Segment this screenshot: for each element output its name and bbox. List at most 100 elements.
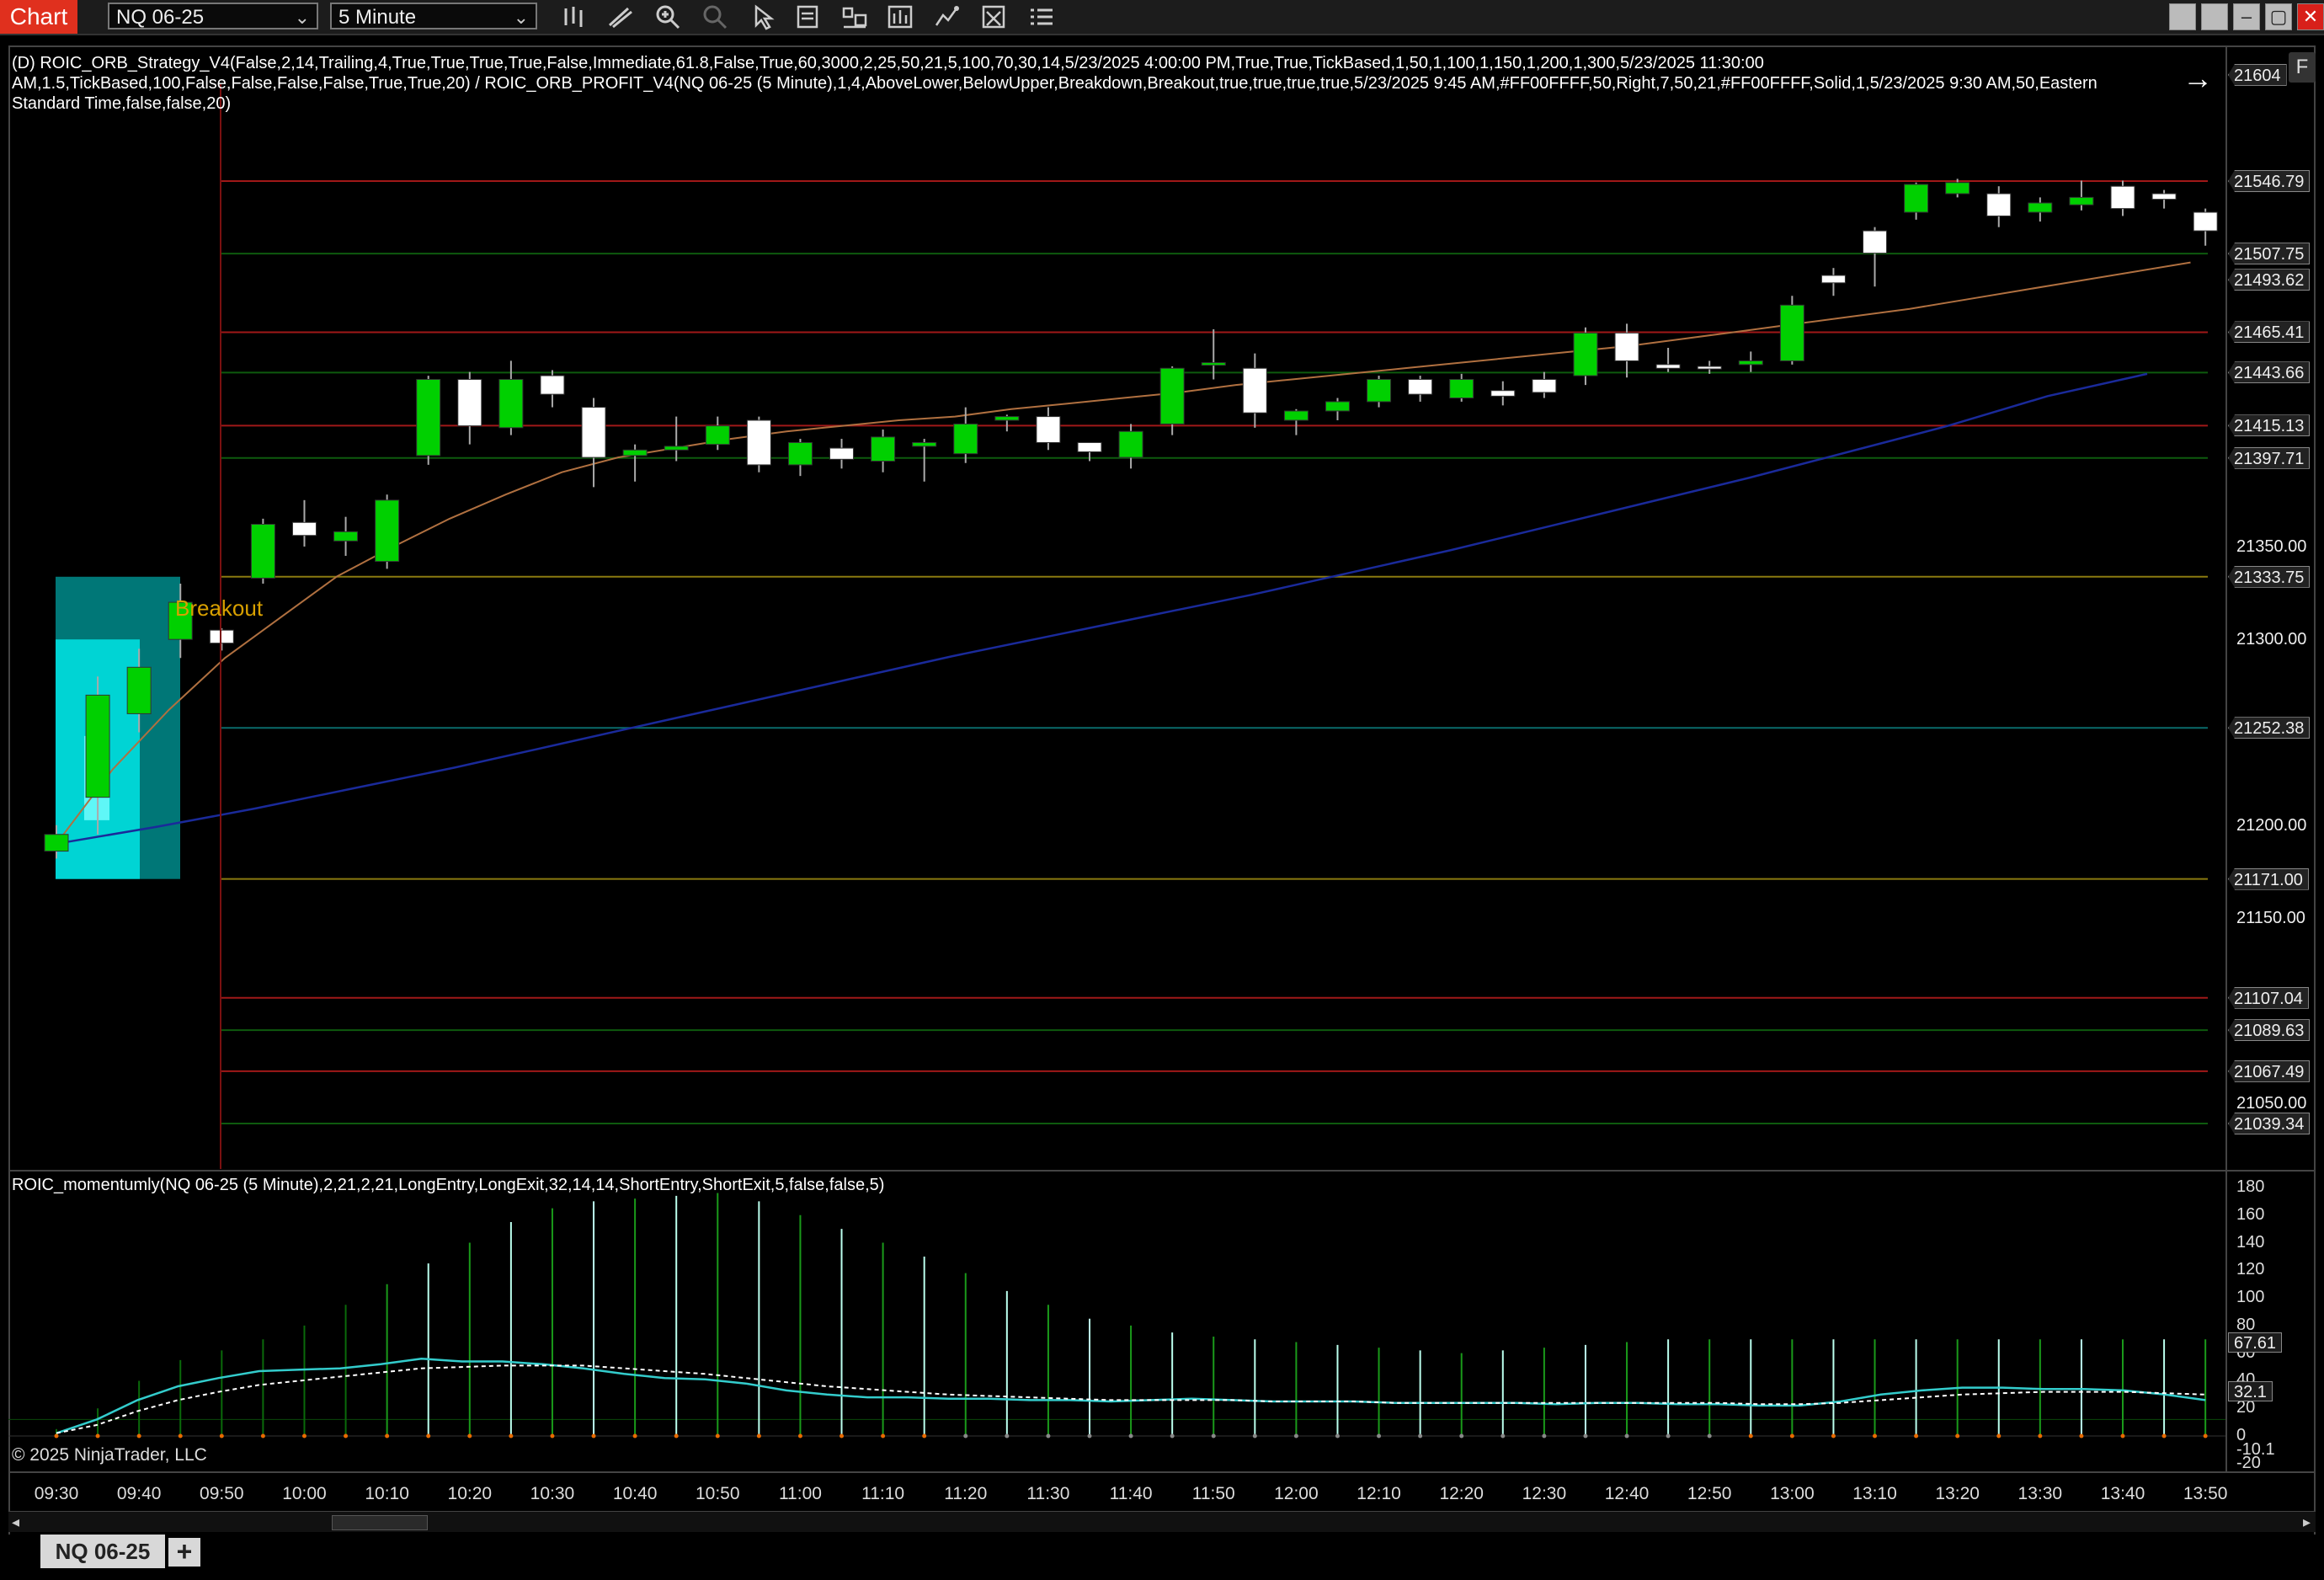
f-badge[interactable]: F: [2289, 52, 2316, 83]
time-label: 10:20: [447, 1484, 493, 1503]
momentum-dot: [509, 1433, 514, 1439]
price-tag: 21465.41: [2228, 321, 2311, 344]
momentum-dot: [467, 1433, 472, 1439]
candle-body: [457, 378, 482, 427]
momentum-dot: [1128, 1433, 1133, 1439]
candle-body: [1532, 378, 1557, 393]
indicator-value-tag: 32.1: [2228, 1381, 2273, 1402]
price-label: 21350.00: [2236, 536, 2307, 556]
candle-body: [1904, 184, 1929, 213]
time-label: 10:10: [365, 1484, 409, 1503]
candle-body: [953, 423, 978, 455]
strategy-signature-line3: Standard Time,false,false,20): [12, 94, 232, 113]
price-tag: 21443.66: [2228, 361, 2311, 384]
breakout-label: Breakout: [175, 595, 264, 621]
price-tag: 21089.63: [2228, 1019, 2311, 1042]
momentum-dot: [550, 1433, 555, 1439]
horizontal-scrollbar[interactable]: ◂ ▸: [8, 1511, 2316, 1532]
candle-body: [829, 447, 855, 460]
momentum-indicator: [8, 1193, 2226, 1439]
time-label: 13:00: [1770, 1484, 1815, 1503]
time-label: 10:50: [695, 1484, 740, 1503]
indicator-scale-label: 180: [2236, 1177, 2265, 1196]
candle-body: [1077, 441, 1102, 452]
candle-body: [1159, 367, 1185, 424]
tab-nq-06-25[interactable]: NQ 06-25: [40, 1535, 165, 1568]
momentum-dot: [1418, 1433, 1423, 1439]
candle-body: [1036, 416, 1061, 443]
candle-body: [746, 419, 771, 466]
candle-body: [1779, 304, 1804, 361]
time-label: 12:20: [1439, 1484, 1484, 1503]
time-label: 13:30: [2018, 1484, 2063, 1503]
candle-body: [375, 499, 400, 563]
price-tag: 21252.38: [2228, 717, 2311, 739]
indicator-scale-label: -20: [2236, 1453, 2261, 1472]
momentum-dot: [301, 1433, 306, 1439]
arrow-right-icon[interactable]: →: [2183, 61, 2213, 96]
candle-body: [994, 416, 1020, 421]
momentum-dot: [136, 1433, 141, 1439]
time-label: 10:00: [282, 1484, 327, 1503]
momentum-dot: [1046, 1433, 1051, 1439]
time-label: 11:30: [1026, 1484, 1070, 1503]
candle-body: [1655, 364, 1681, 369]
candle-body: [1367, 378, 1392, 403]
momentum-dot: [1500, 1433, 1506, 1439]
time-label: 11:50: [1191, 1484, 1235, 1503]
price-tag: 21171.00: [2228, 867, 2309, 890]
candle-body: [333, 531, 359, 542]
momentum-dot: [178, 1433, 183, 1439]
add-tab-button[interactable]: +: [168, 1538, 200, 1567]
candle-body: [1283, 410, 1309, 421]
candle-body: [250, 523, 275, 579]
strategy-signature-line1: (D) ROIC_ORB_Strategy_V4(False,2,14,Trai…: [12, 54, 1764, 72]
scroll-right-icon[interactable]: ▸: [2303, 1512, 2311, 1532]
scroll-thumb[interactable]: [332, 1515, 428, 1530]
momentum-dot: [674, 1433, 679, 1439]
time-label: 12:10: [1357, 1484, 1401, 1503]
momentum-dot: [1624, 1433, 1629, 1439]
momentum-dot: [260, 1433, 265, 1439]
indicator-signature: ROIC_momentumly(NQ 06-25 (5 Minute),2,21…: [12, 1176, 885, 1194]
time-label: 10:40: [612, 1484, 658, 1503]
scroll-left-icon[interactable]: ◂: [12, 1512, 19, 1532]
time-label: 11:20: [944, 1484, 988, 1503]
momentum-dot: [426, 1433, 431, 1439]
candle-body: [209, 629, 234, 644]
momentum-dot: [1087, 1433, 1092, 1439]
price-tag: 21107.04: [2228, 986, 2309, 1009]
candle-body: [1820, 275, 1846, 284]
candle-body: [1118, 430, 1143, 458]
candle-body: [581, 407, 606, 458]
time-label: 11:00: [778, 1484, 822, 1503]
indicator-value-tag: 67.61: [2228, 1332, 2283, 1353]
price-tag: 21507.75: [2228, 243, 2311, 265]
candle-body: [498, 378, 524, 429]
price-label: 21200.00: [2236, 815, 2307, 835]
momentum-dot: [1583, 1433, 1588, 1439]
time-label: 12:40: [1604, 1484, 1650, 1503]
momentum-dot: [1459, 1433, 1464, 1439]
candle-body: [1945, 182, 1970, 195]
candle-body: [1201, 362, 1226, 366]
candle-body: [912, 441, 937, 447]
candle-body: [1863, 230, 1888, 254]
time-label: 09:30: [34, 1484, 79, 1503]
indicator-scale-label: 140: [2236, 1232, 2265, 1252]
price-tag: 21067.49: [2228, 1060, 2311, 1082]
candle-body: [1573, 332, 1598, 376]
candle-body: [664, 446, 689, 451]
momentum-dot: [1955, 1433, 1960, 1439]
time-label: 13:50: [2183, 1484, 2228, 1503]
momentum-dot: [1831, 1433, 1836, 1439]
time-label: 12:00: [1274, 1484, 1319, 1503]
price-tag: 21415.13: [2228, 414, 2311, 437]
price-tag: 21604: [2228, 63, 2287, 86]
candle-body: [1325, 401, 1350, 412]
strategy-signature-line2: AM,1.5,TickBased,100,False,False,False,F…: [12, 74, 2097, 93]
candle-body: [871, 436, 896, 462]
momentum-dot: [1335, 1433, 1340, 1439]
candle-body: [1449, 378, 1474, 399]
chart-canvas[interactable]: [0, 0, 2324, 1580]
